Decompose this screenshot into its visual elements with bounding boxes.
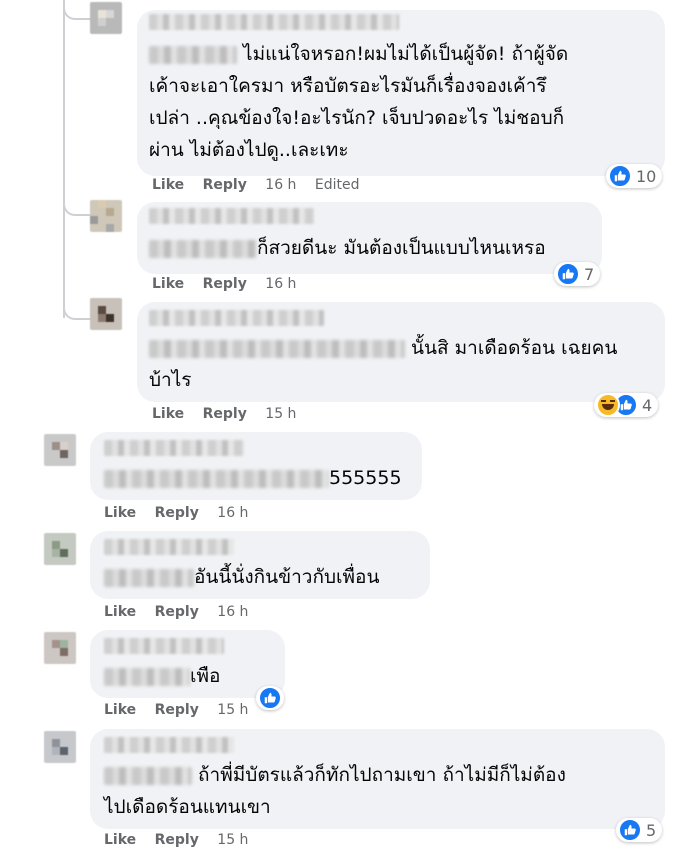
- like-button[interactable]: Like: [152, 177, 184, 193]
- mention-tag[interactable]: [149, 239, 257, 258]
- reply-button[interactable]: Reply: [155, 832, 199, 848]
- mention-tag[interactable]: [149, 339, 405, 358]
- comment-line: 555555: [104, 462, 419, 494]
- like-button[interactable]: Like: [104, 505, 136, 521]
- like-button[interactable]: Like: [152, 406, 184, 422]
- thread-connector: [63, 196, 91, 216]
- mention-tag[interactable]: [104, 766, 192, 785]
- comment-actions: Like Reply 16 h: [104, 505, 262, 521]
- reply-button[interactable]: Reply: [203, 177, 247, 193]
- reply-button[interactable]: Reply: [155, 604, 199, 620]
- comment-line: อันนี้นั่งกินข้าวกับเพื่อน: [104, 561, 429, 593]
- avatar[interactable]: [44, 632, 76, 664]
- like-reaction-icon: [618, 818, 642, 842]
- author-name[interactable]: [149, 14, 399, 30]
- reply-button[interactable]: Reply: [203, 276, 247, 292]
- like-button[interactable]: Like: [104, 604, 136, 620]
- comment-line: เพือ: [104, 660, 284, 692]
- thread-connector: [63, 0, 91, 20]
- comment-line: เปล่า ..คุณข้องใจ!อะไรนัก? เจ็บปวดอะไร ไ…: [149, 107, 565, 129]
- mention-tag[interactable]: [149, 45, 237, 64]
- like-reaction-icon: [608, 164, 632, 188]
- thread-line: [63, 0, 65, 318]
- comment-bubble: นั้นสิ มาเดือดร้อน เฉยคน บ้าไร: [137, 302, 665, 402]
- reaction-count: 5: [646, 820, 657, 840]
- like-button[interactable]: Like: [104, 832, 136, 848]
- timestamp[interactable]: 15 h: [217, 832, 248, 848]
- comment-bubble: ถ้าพี่มีบัตรแล้วก็ทักไปถามเขา ถ้าไม่มีก็…: [90, 729, 665, 829]
- timestamp[interactable]: 15 h: [217, 702, 248, 718]
- reply-button[interactable]: Reply: [155, 702, 199, 718]
- author-name[interactable]: [104, 539, 234, 555]
- comment-line: ถ้าพี่มีบัตรแล้วก็ทักไปถามเขา ถ้าไม่มีก็…: [104, 759, 664, 791]
- comment-bubble: 555555: [90, 432, 422, 500]
- comment-bubble: อันนี้นั่งกินข้าวกับเพื่อน: [90, 531, 430, 599]
- avatar[interactable]: [90, 298, 122, 330]
- like-button[interactable]: Like: [104, 702, 136, 718]
- author-name[interactable]: [149, 310, 324, 326]
- avatar[interactable]: [44, 533, 76, 565]
- comment-actions: Like Reply 16 h Edited: [152, 177, 374, 193]
- reply-button[interactable]: Reply: [155, 505, 199, 521]
- timestamp[interactable]: 16 h: [265, 276, 296, 292]
- comment-actions: Like Reply 15 h: [104, 832, 262, 848]
- timestamp[interactable]: 16 h: [217, 604, 248, 620]
- like-button[interactable]: Like: [152, 276, 184, 292]
- reaction-summary[interactable]: 4: [594, 393, 659, 417]
- haha-reaction-icon: [596, 393, 620, 417]
- timestamp[interactable]: 16 h: [265, 177, 296, 193]
- comment-bubble: เพือ: [90, 630, 285, 698]
- timestamp[interactable]: 15 h: [265, 406, 296, 422]
- like-reaction-icon: [556, 262, 580, 286]
- reaction-count: 10: [636, 166, 657, 186]
- reaction-count: 7: [584, 264, 595, 284]
- author-name[interactable]: [149, 208, 314, 224]
- avatar[interactable]: [90, 200, 122, 232]
- thread-connector: [63, 300, 91, 320]
- comment-line: ผ่าน ไม่ต้องไปดู..เละเทะ: [149, 139, 349, 161]
- comment-actions: Like Reply 16 h: [152, 276, 310, 292]
- timestamp[interactable]: 16 h: [217, 505, 248, 521]
- mention-tag[interactable]: [104, 568, 194, 587]
- comment-actions: Like Reply 15 h: [104, 702, 262, 718]
- author-name[interactable]: [104, 638, 224, 654]
- comment-actions: Like Reply 16 h: [104, 604, 262, 620]
- comment-line: ไม่แน่ใจหรอก!ผมไม่ได้เป็นผู้จัด! ถ้าผู้จ…: [149, 38, 664, 70]
- comment-line: บ้าไร: [149, 369, 192, 391]
- mention-tag[interactable]: [104, 469, 329, 488]
- reaction-summary[interactable]: 10: [606, 164, 663, 188]
- author-name[interactable]: [104, 737, 234, 753]
- avatar[interactable]: [44, 434, 76, 466]
- comment-line: เค้าจะเอาใครมา หรือบัตรอะไรมันก็เรื่องจอ…: [149, 75, 547, 97]
- comment-actions: Like Reply 15 h: [152, 406, 310, 422]
- comment-line: ไปเดือดร้อนแทนเขา: [104, 796, 271, 818]
- reaction-summary[interactable]: 5: [616, 818, 663, 842]
- avatar[interactable]: [44, 731, 76, 763]
- comment-line: ก็สวยดีนะ มันต้องเป็นแบบไหนเหรอ: [149, 232, 599, 264]
- comment-line: นั้นสิ มาเดือดร้อน เฉยคน: [149, 332, 664, 364]
- edited-label[interactable]: Edited: [315, 177, 360, 193]
- author-name[interactable]: [104, 440, 244, 456]
- avatar[interactable]: [90, 2, 122, 34]
- reaction-summary[interactable]: 7: [554, 262, 601, 286]
- mention-tag[interactable]: [104, 667, 190, 686]
- reaction-count: 4: [642, 395, 653, 415]
- comment-bubble: ก็สวยดีนะ มันต้องเป็นแบบไหนเหรอ: [137, 202, 602, 274]
- reply-button[interactable]: Reply: [203, 406, 247, 422]
- comment-bubble: ไม่แน่ใจหรอก!ผมไม่ได้เป็นผู้จัด! ถ้าผู้จ…: [137, 10, 665, 176]
